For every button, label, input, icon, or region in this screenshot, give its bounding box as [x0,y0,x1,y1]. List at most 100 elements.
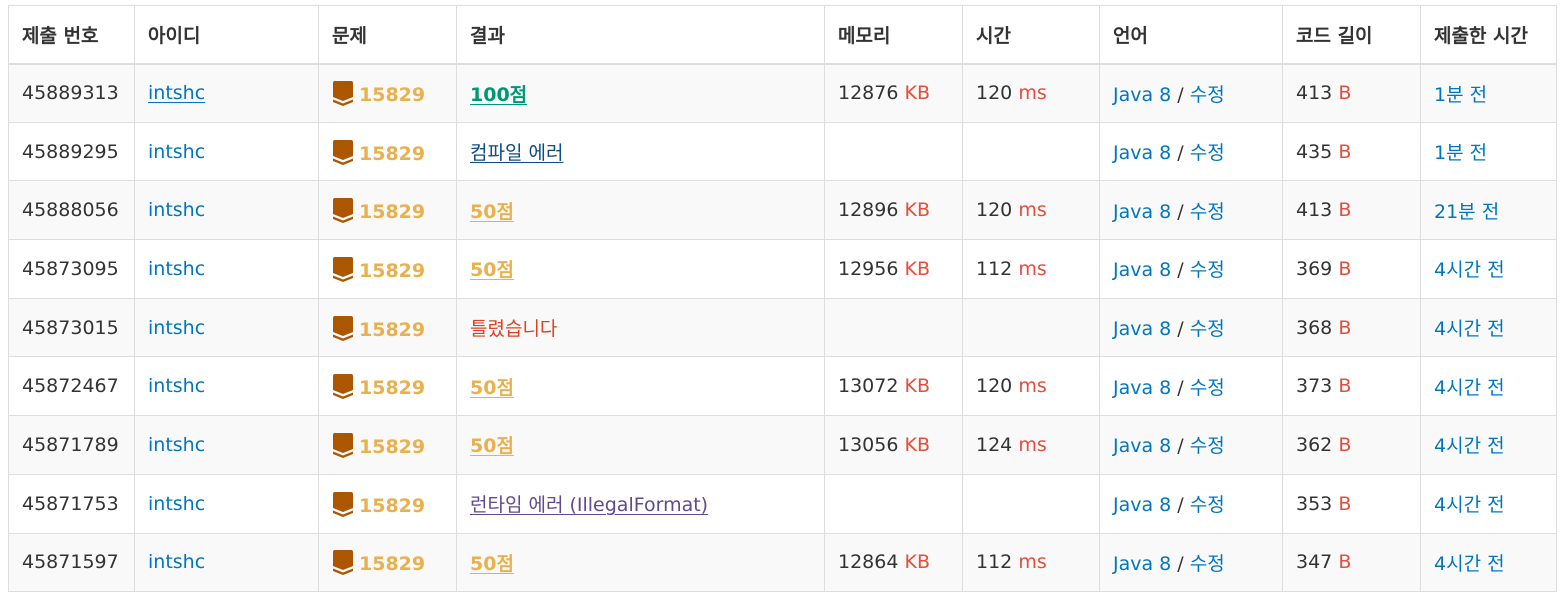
problem-link[interactable]: 15829 [359,553,425,575]
language-separator: / [1171,318,1190,341]
table-row: 45889313 intshc 15829 100점 12876 KB 120 ms Jav… [8,63,1557,123]
edit-link[interactable]: 수정 [1190,201,1225,223]
problem-link[interactable]: 15829 [359,495,425,517]
result-text[interactable]: 50점 [470,553,514,575]
submission-id: 45873015 [8,297,135,358]
user-link[interactable]: intshc [148,141,205,163]
time-unit: ms [1018,375,1047,398]
submitted-time-link[interactable]: 4시간 전 [1434,318,1505,340]
table-row: 45888056 intshc 15829 50점 12896 KB 120 ms Java… [8,180,1557,241]
language-link[interactable]: Java 8 [1113,435,1171,457]
submitted-time-link[interactable]: 4시간 전 [1434,377,1505,399]
language-link[interactable]: Java 8 [1113,259,1171,281]
code-length-value: 368 [1296,316,1333,339]
time-value: 112 [976,257,1013,280]
result-text[interactable]: 컴파일 에러 [470,142,563,164]
user-link[interactable]: intshc [148,551,205,573]
problem-link[interactable]: 15829 [359,436,425,458]
submitted-time-link[interactable]: 21분 전 [1434,201,1499,223]
edit-link[interactable]: 수정 [1190,84,1225,106]
header-time: 시간 [962,5,1100,65]
code-length-cell: 369 B [1282,239,1421,299]
memory-cell [824,121,963,182]
table-row: 45871597 intshc 15829 50점 12864 KB 112 ms Java… [8,532,1557,592]
language-link[interactable]: Java 8 [1113,494,1171,516]
result-text[interactable]: 틀렸습니다 [470,318,557,340]
time-cell: 112 ms [962,532,1100,592]
code-length-cell: 368 B [1282,297,1421,358]
problem-link[interactable]: 15829 [359,377,425,399]
problem-link[interactable]: 15829 [359,143,425,165]
submission-id: 45889313 [8,63,135,123]
edit-link[interactable]: 수정 [1190,142,1225,164]
submitted-time-link[interactable]: 4시간 전 [1434,553,1505,575]
language-link[interactable]: Java 8 [1113,377,1171,399]
language-cell: Java 8 / 수정 [1099,297,1283,358]
result-cell: 50점 [456,532,825,592]
bronze-2-tier-icon [333,81,353,107]
edit-link[interactable]: 수정 [1190,377,1225,399]
code-length-value: 413 [1296,82,1333,105]
submitted-time-cell: 4시간 전 [1420,239,1557,299]
time-value: 120 [976,82,1013,105]
user-link[interactable]: intshc [148,375,205,397]
memory-unit: KB [904,433,931,456]
problem-cell: 15829 [318,239,457,299]
problem-cell: 15829 [318,415,457,475]
language-link[interactable]: Java 8 [1113,318,1171,340]
result-cell: 50점 [456,180,825,241]
user-cell: intshc [134,121,319,182]
language-cell: Java 8 / 수정 [1099,121,1283,182]
problem-cell: 15829 [318,473,457,534]
result-text[interactable]: 50점 [470,377,514,399]
bronze-2-tier-icon [333,198,353,224]
language-separator: / [1171,142,1190,165]
result-text[interactable]: 50점 [470,201,514,223]
memory-cell: 13072 KB [824,356,963,417]
submitted-time-link[interactable]: 1분 전 [1434,84,1487,106]
edit-link[interactable]: 수정 [1190,435,1225,457]
submission-id: 45871597 [8,532,135,592]
problem-link[interactable]: 15829 [359,201,425,223]
header-submitted-time: 제출한 시간 [1420,5,1557,65]
language-cell: Java 8 / 수정 [1099,415,1283,475]
edit-link[interactable]: 수정 [1190,553,1225,575]
language-link[interactable]: Java 8 [1113,201,1171,223]
result-text[interactable]: 100점 [470,84,527,106]
code-length-unit: B [1338,316,1352,339]
user-link[interactable]: intshc [148,434,205,456]
language-link[interactable]: Java 8 [1113,84,1171,106]
user-link[interactable]: intshc [148,199,205,221]
edit-link[interactable]: 수정 [1190,318,1225,340]
problem-cell: 15829 [318,532,457,592]
edit-link[interactable]: 수정 [1190,494,1225,516]
edit-link[interactable]: 수정 [1190,259,1225,281]
submitted-time-link[interactable]: 4시간 전 [1434,259,1505,281]
result-text[interactable]: 50점 [470,435,514,457]
status-table-container: 제출 번호 아이디 문제 결과 메모리 시간 언어 코드 길이 제출한 시간 4… [8,5,1557,592]
user-link[interactable]: intshc [148,258,205,280]
user-link[interactable]: intshc [148,493,205,515]
problem-link[interactable]: 15829 [359,319,425,341]
bronze-2-tier-icon [333,256,353,282]
language-link[interactable]: Java 8 [1113,553,1171,575]
submitted-time-link[interactable]: 4시간 전 [1434,435,1505,457]
memory-cell: 12864 KB [824,532,963,592]
time-value: 124 [976,433,1013,456]
memory-value: 13072 [838,375,899,398]
language-link[interactable]: Java 8 [1113,142,1171,164]
user-link[interactable]: intshc [148,82,205,104]
user-cell: intshc [134,415,319,475]
table-row: 45873015 intshc 15829 틀렸습니다 Java 8 / 수정 368 B… [8,297,1557,358]
problem-link[interactable]: 15829 [359,84,425,106]
submitted-time-link[interactable]: 4시간 전 [1434,494,1505,516]
language-separator: / [1171,376,1190,399]
submitted-time-link[interactable]: 1분 전 [1434,142,1487,164]
result-text[interactable]: 50점 [470,259,514,281]
problem-link[interactable]: 15829 [359,260,425,282]
submission-status-table: 제출 번호 아이디 문제 결과 메모리 시간 언어 코드 길이 제출한 시간 4… [8,5,1557,592]
result-text[interactable]: 런타임 에러 (IllegalFormat) [470,494,708,516]
user-link[interactable]: intshc [148,317,205,339]
bronze-2-tier-icon [333,491,353,517]
code-length-unit: B [1338,199,1352,222]
